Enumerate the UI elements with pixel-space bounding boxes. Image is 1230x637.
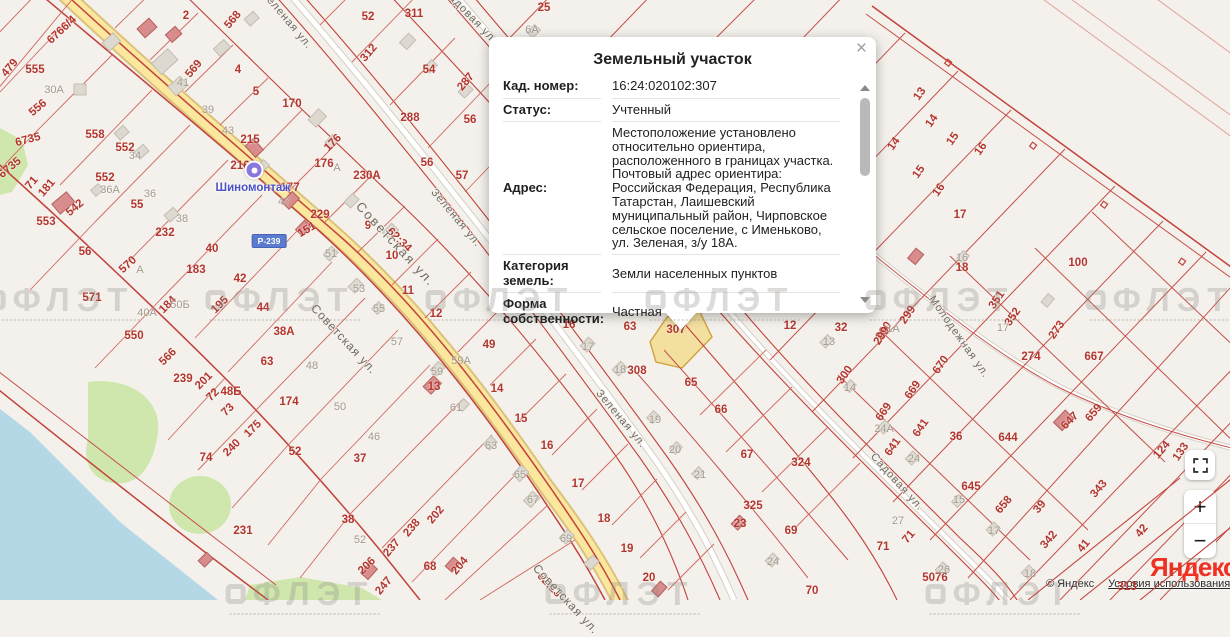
- zoom-in-button[interactable]: +: [1184, 490, 1216, 524]
- popup-row: Кад. номер:16:24:020102:307: [503, 75, 840, 99]
- scroll-up-icon[interactable]: [860, 85, 870, 91]
- popup-row: Категория земель:Земли населенных пункто…: [503, 255, 840, 293]
- fullscreen-icon: [1193, 458, 1208, 473]
- copyright-text: © Яндекс: [1046, 578, 1094, 590]
- parcel-label: 313: [1117, 581, 1136, 593]
- popup-scrollbar[interactable]: [859, 85, 871, 303]
- fullscreen-button[interactable]: [1185, 450, 1215, 480]
- popup-row: Статус:Учтенный: [503, 99, 840, 123]
- scroll-down-icon[interactable]: [860, 297, 870, 303]
- zoom-control: + −: [1184, 490, 1216, 558]
- road-number-badge: Р-239: [252, 234, 287, 248]
- poi-label[interactable]: Шиномонтаж: [216, 182, 291, 194]
- attribution: © ЯндексУсловия использования: [1046, 578, 1230, 590]
- tire-service-icon[interactable]: [245, 161, 264, 180]
- popup-rows: Кад. номер:16:24:020102:307Статус:Учтенн…: [503, 75, 840, 330]
- scrollbar-thumb[interactable]: [860, 98, 870, 176]
- close-icon[interactable]: ×: [856, 39, 867, 59]
- popup-title: Земельный участок: [503, 51, 842, 69]
- parcel-info-popup: Земельный участок × Кад. номер:16:24:020…: [489, 37, 876, 313]
- popup-pointer: [666, 313, 696, 330]
- popup-row: Адрес:Местоположение установлено относит…: [503, 122, 840, 255]
